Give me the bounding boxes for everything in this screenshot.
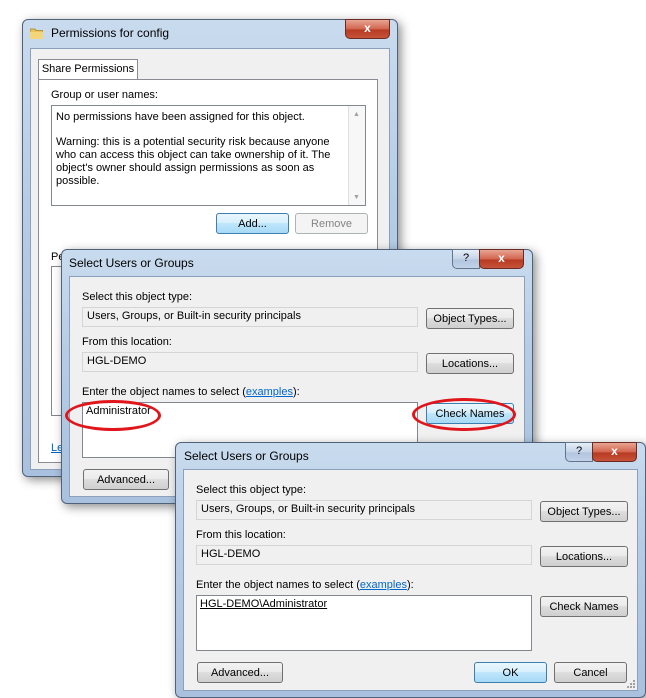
tab-share-permissions-label: Share Permissions xyxy=(41,63,135,75)
scroll-down-icon[interactable]: ▼ xyxy=(353,194,360,201)
warning-message: Warning: this is a potential security ri… xyxy=(56,136,331,187)
dialog2-help-button[interactable]: ? xyxy=(565,442,593,462)
close-icon: x xyxy=(611,444,618,458)
dialog1-location-label: From this location: xyxy=(82,336,172,348)
resize-grip-icon[interactable] xyxy=(626,679,636,689)
select-users-dialog-2: Select Users or Groups ? x Select this o… xyxy=(175,442,646,698)
dialog2-advanced-button[interactable]: Advanced... xyxy=(197,662,283,683)
folder-icon xyxy=(29,28,44,40)
dialog2-location-value: HGL-DEMO xyxy=(196,545,532,565)
dialog1-locations-button[interactable]: Locations... xyxy=(426,353,514,374)
dialog2-object-type-value: Users, Groups, or Built-in security prin… xyxy=(196,500,532,520)
dialog2-examples-link[interactable]: examples xyxy=(360,579,407,591)
dialog2-client: Select this object type: Users, Groups, … xyxy=(183,469,638,691)
dialog1-titlebar[interactable]: Select Users or Groups ? x xyxy=(62,249,532,276)
dialog2-check-names-button[interactable]: Check Names xyxy=(540,596,628,617)
dialog2-names-input[interactable]: HGL-DEMO\Administrator xyxy=(196,595,532,651)
dialog1-title: Select Users or Groups xyxy=(69,256,194,270)
dialog2-object-type-label: Select this object type: xyxy=(196,484,307,496)
dialog2-close-button[interactable]: x xyxy=(592,442,637,462)
permissions-title: Permissions for config xyxy=(51,26,170,40)
dialog2-location-label: From this location: xyxy=(196,529,286,541)
dialog1-advanced-button[interactable]: Advanced... xyxy=(83,469,169,490)
tab-share-permissions[interactable]: Share Permissions xyxy=(38,59,138,80)
remove-button[interactable]: Remove xyxy=(295,213,368,234)
dialog2-names-label: Enter the object names to select (exampl… xyxy=(196,579,414,591)
permissions-close-button[interactable]: x xyxy=(345,19,390,39)
dialog2-ok-button[interactable]: OK xyxy=(474,662,547,683)
group-names-list[interactable]: No permissions have been assigned for th… xyxy=(51,105,366,206)
dialog1-close-button[interactable]: x xyxy=(479,249,524,269)
group-names-label: Group or user names: xyxy=(51,89,158,101)
scroll-up-icon[interactable]: ▲ xyxy=(353,111,360,118)
dialog1-object-type-value: Users, Groups, or Built-in security prin… xyxy=(82,307,418,327)
dialog2-object-types-button[interactable]: Object Types... xyxy=(540,501,628,522)
dialog1-object-type-label: Select this object type: xyxy=(82,291,193,303)
dialog1-object-types-button[interactable]: Object Types... xyxy=(426,308,514,329)
highlight-ellipse-check-names xyxy=(412,398,516,431)
help-icon: ? xyxy=(462,252,470,264)
dialog1-location-value: HGL-DEMO xyxy=(82,352,418,372)
dialog2-titlebar[interactable]: Select Users or Groups ? x xyxy=(176,442,645,469)
no-permissions-message: No permissions have been assigned for th… xyxy=(56,111,305,123)
dialog1-names-label: Enter the object names to select (exampl… xyxy=(82,386,300,398)
list-scrollbar[interactable]: ▲ ▼ xyxy=(348,106,365,205)
close-icon: x xyxy=(498,251,505,265)
dialog2-cancel-button[interactable]: Cancel xyxy=(554,662,627,683)
dialog1-help-button[interactable]: ? xyxy=(452,249,480,269)
dialog2-locations-button[interactable]: Locations... xyxy=(540,546,628,567)
highlight-ellipse-administrator xyxy=(65,400,161,431)
dialog2-title: Select Users or Groups xyxy=(184,449,309,463)
add-button[interactable]: Add... xyxy=(216,213,289,234)
permissions-titlebar[interactable]: Permissions for config x xyxy=(23,19,397,46)
dialog1-examples-link[interactable]: examples xyxy=(246,386,293,398)
close-icon: x xyxy=(364,21,371,35)
dialog2-names-text: HGL-DEMO\Administrator xyxy=(200,598,328,610)
help-icon: ? xyxy=(575,445,583,457)
